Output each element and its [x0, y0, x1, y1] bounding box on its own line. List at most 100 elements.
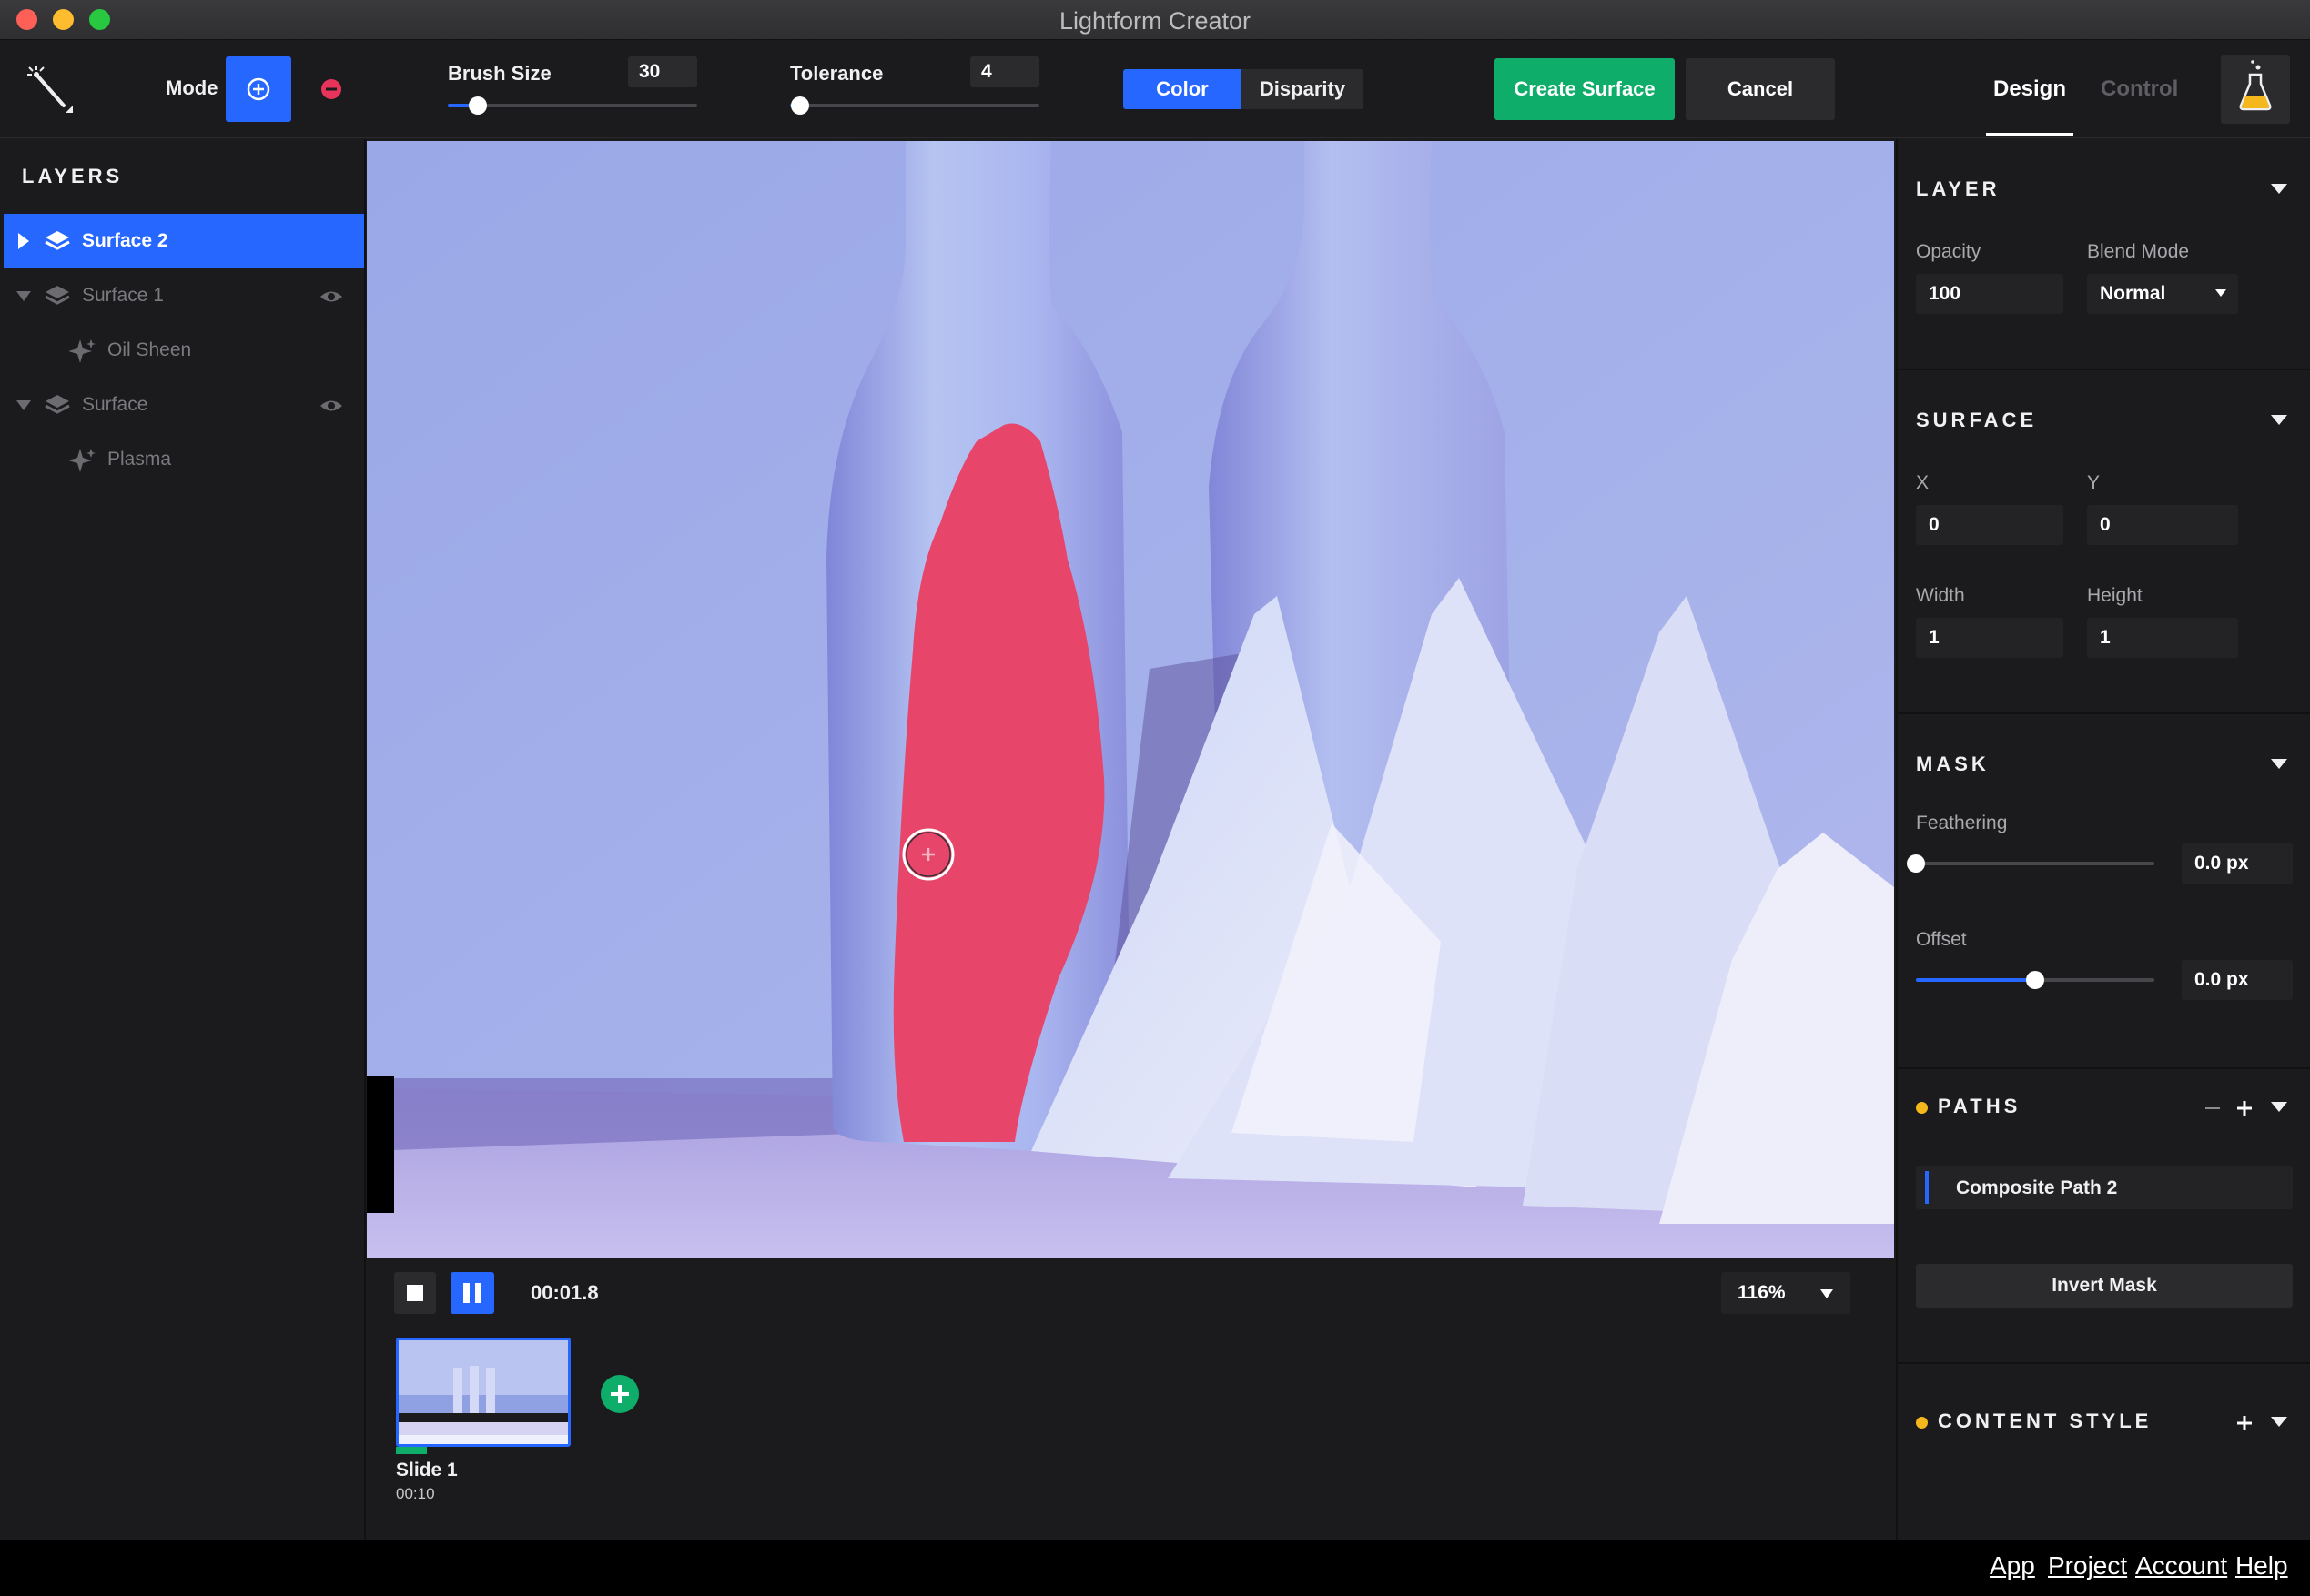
layer-section-toggle[interactable]	[2271, 184, 2287, 194]
offset-input[interactable]: 0.0 px	[2182, 960, 2293, 1000]
offset-label: Offset	[1916, 929, 1967, 950]
stop-icon	[407, 1285, 423, 1301]
pause-button[interactable]	[451, 1272, 494, 1314]
feathering-label: Feathering	[1916, 813, 2008, 833]
footer-link-project[interactable]: Project	[2048, 1551, 2127, 1581]
chevron-down-icon	[2215, 289, 2226, 297]
slide-duration: 00:10	[396, 1485, 435, 1502]
width-label: Width	[1916, 585, 1965, 606]
scene-image[interactable]	[367, 141, 1894, 1258]
sparkle-icon	[69, 449, 96, 472]
feathering-slider-knob[interactable]	[1907, 854, 1925, 873]
content-style-section-title: CONTENT STYLE	[1938, 1409, 2153, 1432]
paths-status-dot	[1916, 1102, 1928, 1114]
remove-path-button[interactable]	[2205, 1107, 2220, 1109]
brush-size-label: Brush Size	[448, 62, 552, 85]
cancel-button[interactable]: Cancel	[1686, 58, 1835, 120]
footer-link-account[interactable]: Account	[2135, 1551, 2227, 1581]
playback-bar: 00:01.8 116% Slide 1 00:10	[367, 1259, 1894, 1541]
layer-item-oil-sheen[interactable]: Oil Sheen	[4, 323, 364, 378]
x-label: X	[1916, 472, 1930, 493]
blend-mode-label: Blend Mode	[2087, 241, 2190, 262]
paths-section-toggle[interactable]	[2271, 1102, 2287, 1112]
layer-label: Surface 2	[82, 230, 168, 251]
layer-stack-icon	[45, 231, 70, 250]
layer-item-surface[interactable]: Surface	[4, 378, 364, 432]
zoom-select[interactable]: 116%	[1721, 1272, 1850, 1314]
segment-color[interactable]: Color	[1123, 69, 1241, 109]
layer-item-surface-2[interactable]: Surface 2	[4, 214, 364, 268]
layer-stack-icon	[45, 286, 70, 305]
flask-button[interactable]	[2221, 55, 2290, 124]
layers-title: LAYERS	[22, 165, 124, 187]
tab-control[interactable]: Control	[2101, 76, 2178, 102]
content-style-status-dot	[1916, 1417, 1928, 1429]
layer-stack-icon	[45, 395, 70, 414]
eye-icon[interactable]	[319, 398, 344, 414]
tolerance-slider-knob[interactable]	[791, 96, 809, 115]
mode-subtract-button[interactable]	[317, 75, 346, 104]
offset-slider-knob[interactable]	[2026, 971, 2044, 989]
blend-mode-select[interactable]: Normal	[2087, 274, 2238, 314]
plus-circle-icon	[247, 77, 270, 101]
tolerance-input[interactable]: 4	[970, 56, 1039, 87]
stop-button[interactable]	[394, 1272, 436, 1314]
layer-label: Surface 1	[82, 285, 164, 306]
mode-label: Mode	[166, 76, 218, 99]
properties-panel: LAYER Opacity 100 Blend Mode Normal SURF…	[1896, 139, 2310, 1540]
mask-section-toggle[interactable]	[2271, 759, 2287, 769]
footer-link-help[interactable]: Help	[2235, 1551, 2288, 1581]
opacity-input[interactable]: 100	[1916, 274, 2063, 314]
height-input[interactable]: 1	[2087, 618, 2238, 658]
layers-panel: LAYERS Surface 2 Surface 1 Oil Sheen Sur…	[0, 139, 366, 1540]
slide-name: Slide 1	[396, 1460, 458, 1480]
editor-canvas[interactable]	[367, 141, 1894, 1258]
window-title: Lightform Creator	[1059, 7, 1251, 35]
mask-section-title: MASK	[1916, 753, 1990, 775]
chevron-down-icon	[1820, 1289, 1833, 1298]
content-style-section-toggle[interactable]	[2271, 1417, 2287, 1427]
slide-progress	[396, 1447, 427, 1454]
footer-link-app[interactable]: App	[1990, 1551, 2035, 1581]
width-input[interactable]: 1	[1916, 618, 2063, 658]
layer-item-surface-1[interactable]: Surface 1	[4, 268, 364, 323]
y-input[interactable]: 0	[2087, 505, 2238, 545]
add-content-style-icon[interactable]	[2236, 1415, 2253, 1431]
paths-section-title: PATHS	[1938, 1095, 2021, 1117]
toolbar: Mode Brush Size 30 Tolerance 4 Color Dis…	[0, 40, 2310, 138]
mode-add-button[interactable]	[226, 56, 291, 122]
layer-label: Plasma	[107, 449, 172, 470]
offset-slider-fill	[1916, 978, 2035, 982]
slide-thumbnail[interactable]	[396, 1338, 571, 1447]
layer-item-plasma[interactable]: Plasma	[4, 432, 364, 487]
collapse-arrow-icon[interactable]	[15, 398, 33, 412]
surface-section-title: SURFACE	[1916, 409, 2038, 431]
add-path-icon[interactable]	[2236, 1100, 2253, 1116]
title-bar: Lightform Creator	[0, 0, 2310, 40]
feathering-input[interactable]: 0.0 px	[2182, 843, 2293, 884]
feathering-slider[interactable]	[1916, 862, 2154, 865]
minus-circle-icon	[321, 79, 341, 99]
magic-wand-icon[interactable]	[25, 64, 80, 118]
brush-size-slider-knob[interactable]	[469, 96, 487, 115]
sparkle-icon	[69, 339, 96, 363]
create-surface-button[interactable]: Create Surface	[1494, 58, 1675, 120]
tolerance-slider[interactable]	[790, 104, 1039, 107]
add-slide-button[interactable]	[600, 1374, 640, 1414]
footer-bar: App Project Account Help	[0, 1540, 2310, 1596]
surface-section-toggle[interactable]	[2271, 415, 2287, 425]
path-item[interactable]: Composite Path 2	[1916, 1166, 2293, 1209]
eye-icon[interactable]	[319, 288, 344, 305]
zoom-value: 116%	[1738, 1282, 1786, 1303]
pause-icon	[463, 1283, 470, 1303]
tab-design[interactable]: Design	[1986, 76, 2073, 102]
x-input[interactable]: 0	[1916, 505, 2063, 545]
layer-section-title: LAYER	[1916, 177, 2001, 200]
brush-size-input[interactable]: 30	[628, 56, 697, 87]
slide-preview-image	[399, 1340, 568, 1444]
invert-mask-button[interactable]: Invert Mask	[1916, 1264, 2293, 1308]
expand-arrow-icon[interactable]	[16, 231, 31, 251]
playback-time: 00:01.8	[531, 1281, 599, 1304]
segment-disparity[interactable]: Disparity	[1241, 69, 1363, 109]
collapse-arrow-icon[interactable]	[15, 288, 33, 303]
